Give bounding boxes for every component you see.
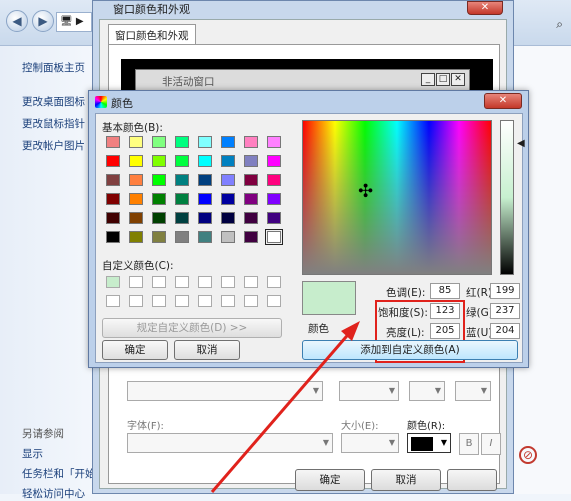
arrow-shaft: [210, 329, 354, 493]
annotation-arrow: [210, 321, 360, 493]
